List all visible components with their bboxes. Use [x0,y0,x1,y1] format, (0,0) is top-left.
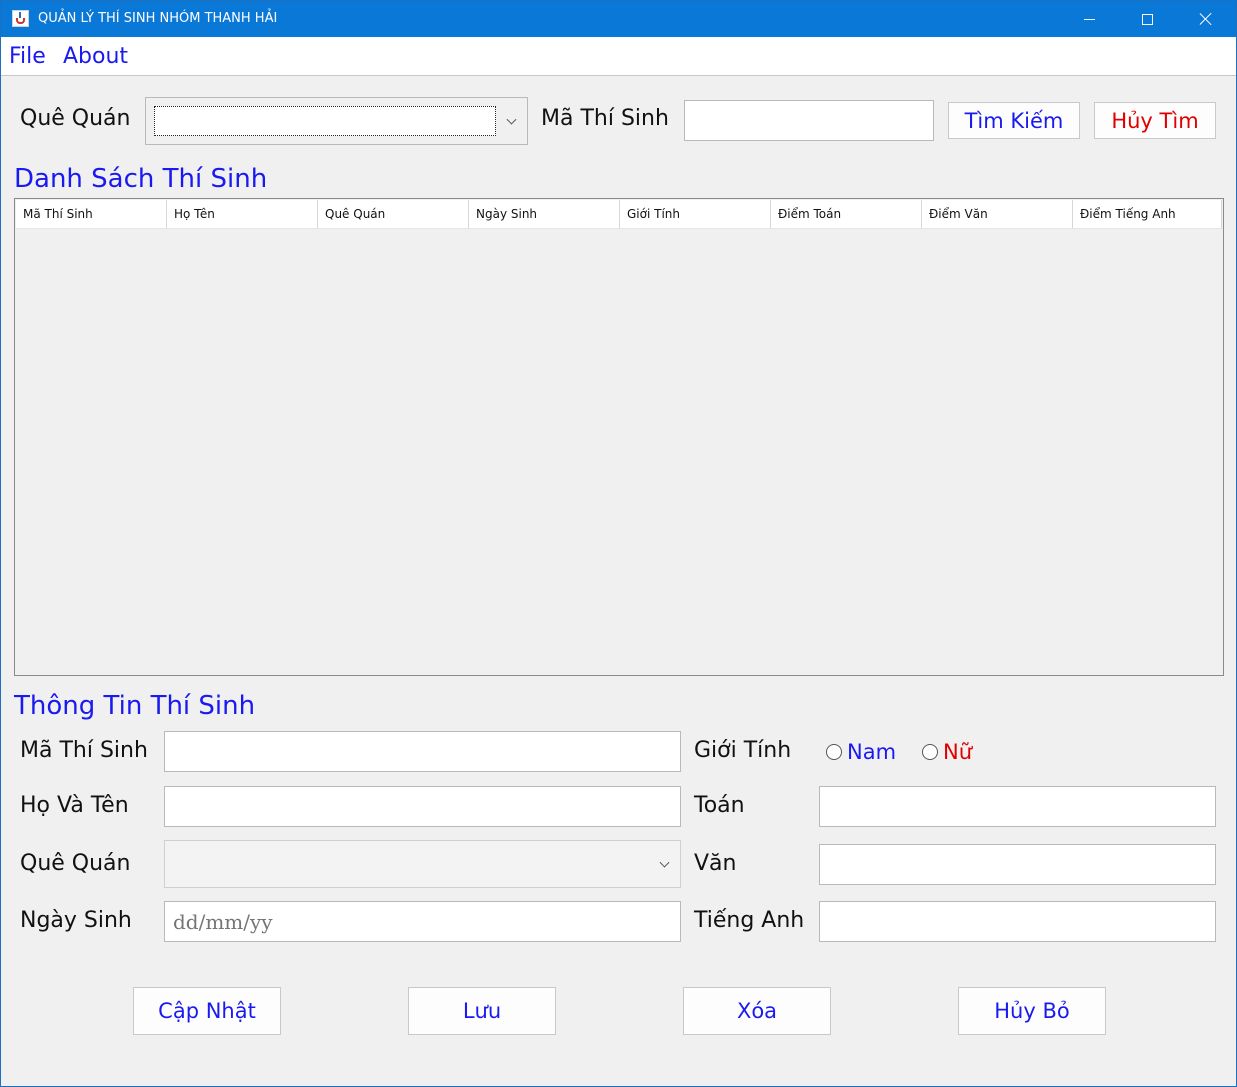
form-hometown-label: Quê Quán [20,851,131,876]
menu-file[interactable]: File [9,44,46,69]
column-header-english[interactable]: Điểm Tiếng Anh [1073,200,1222,229]
close-button[interactable] [1177,1,1235,37]
search-button[interactable]: Tìm Kiếm [948,102,1080,139]
form-literature-input[interactable] [819,844,1216,885]
main-window: QUẢN LÝ THÍ SINH NHÓM THANH HẢI File Abo… [0,0,1237,1087]
form-english-label: Tiếng Anh [694,908,805,933]
form-math-label: Toán [694,793,745,818]
maximize-icon [1141,13,1153,25]
form-dob-input[interactable] [164,901,681,942]
gender-male-label: Nam [847,740,897,764]
radio-icon [826,744,842,760]
combo-focus-box [154,106,496,136]
form-english-input[interactable] [819,901,1216,942]
close-icon [1199,12,1213,26]
column-header-id[interactable]: Mã Thí Sinh [16,200,167,229]
column-header-name[interactable]: Họ Tên [167,200,318,229]
minimize-icon [1083,18,1095,20]
window-title: QUẢN LÝ THÍ SINH NHÓM THANH HẢI [38,11,278,26]
cancel-search-button[interactable]: Hủy Tìm [1094,102,1216,139]
form-id-label: Mã Thí Sinh [20,738,148,763]
column-header-math[interactable]: Điểm Toán [771,200,922,229]
form-hometown-combo[interactable] [164,840,681,888]
maximize-button[interactable] [1118,1,1176,37]
form-name-label: Họ Và Tên [20,793,129,818]
menu-bar: File About [1,37,1236,76]
table-header: Mã Thí Sinh Họ Tên Quê Quán Ngày Sinh Gi… [16,200,1222,229]
title-bar: QUẢN LÝ THÍ SINH NHÓM THANH HẢI [1,1,1236,37]
java-app-icon [12,10,29,27]
column-header-hometown[interactable]: Quê Quán [318,200,469,229]
minimize-button[interactable] [1060,1,1118,37]
gender-male-radio[interactable]: Nam [826,740,896,764]
form-id-input[interactable] [164,731,681,772]
search-id-label: Mã Thí Sinh [541,106,669,131]
radio-icon [922,744,938,760]
search-hometown-label: Quê Quán [20,106,131,131]
update-button[interactable]: Cập Nhật [133,987,281,1035]
save-button[interactable]: Lưu [408,987,556,1035]
list-section-title: Danh Sách Thí Sinh [14,164,268,194]
column-header-dob[interactable]: Ngày Sinh [469,200,620,229]
menu-about[interactable]: About [63,44,128,69]
column-header-gender[interactable]: Giới Tính [620,200,771,229]
form-name-input[interactable] [164,786,681,827]
chevron-down-icon [506,114,517,125]
form-dob-label: Ngày Sinh [20,908,132,933]
gender-female-label: Nữ [943,740,973,764]
form-math-input[interactable] [819,786,1216,827]
gender-female-radio[interactable]: Nữ [922,740,972,764]
search-id-input[interactable] [684,100,934,141]
candidate-table[interactable]: Mã Thí Sinh Họ Tên Quê Quán Ngày Sinh Gi… [14,198,1224,676]
column-header-literature[interactable]: Điểm Văn [922,200,1073,229]
form-literature-label: Văn [694,851,737,876]
info-section-title: Thông Tin Thí Sinh [14,691,256,721]
search-hometown-combo[interactable] [145,97,528,145]
delete-button[interactable]: Xóa [683,987,831,1035]
cancel-button[interactable]: Hủy Bỏ [958,987,1106,1035]
chevron-down-icon [659,857,670,868]
form-gender-label: Giới Tính [694,738,792,763]
